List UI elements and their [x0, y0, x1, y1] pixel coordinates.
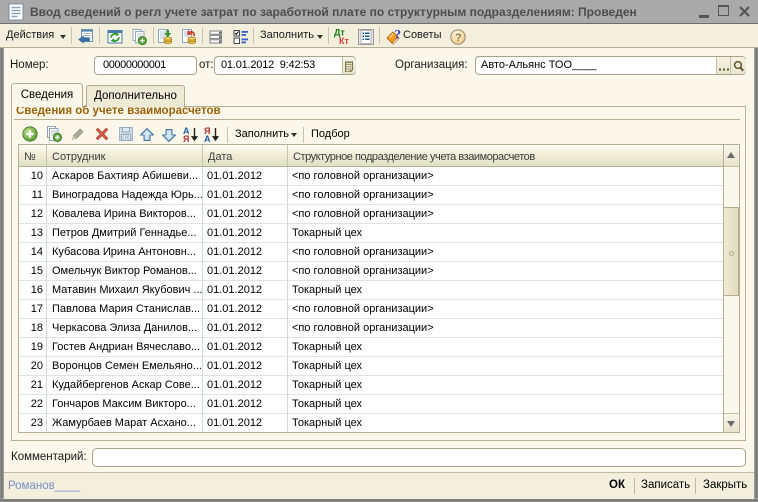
svg-text:А: А	[204, 134, 211, 143]
svg-text:Кт: Кт	[339, 36, 349, 45]
svg-text:ОК: ОК	[123, 136, 130, 142]
svg-text:?: ?	[395, 28, 402, 42]
svg-text:?: ?	[455, 32, 462, 44]
svg-text:Я: Я	[183, 134, 189, 143]
